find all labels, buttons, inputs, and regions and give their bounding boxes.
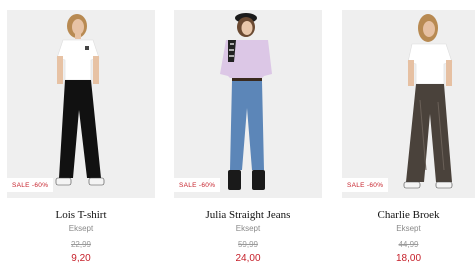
product-card-charlie-broek[interactable]: SALE -60% Charlie Broek Eksept 44,99 18,… [342,10,475,264]
product-name[interactable]: Lois T-shirt [7,209,155,221]
original-price: 22,99 [70,240,92,249]
original-price: 44,99 [398,240,419,249]
model-photo-lois-tshirt [7,10,155,198]
model-photo-julia-straight-jeans [174,10,322,198]
product-image[interactable]: SALE -60% [342,10,475,198]
product-name[interactable]: Charlie Broek [342,209,475,221]
product-card-julia-straight-jeans[interactable]: SALE -60% Julia Straight Jeans Eksept 59… [174,10,322,264]
product-grid: SALE -60% Lois T-shirt Eksept 22,99 9,20 [0,0,475,270]
product-brand: Eksept [68,224,94,233]
product-brand: Eksept [396,224,421,233]
sale-badge: SALE -60% [7,178,54,192]
product-brand: Eksept [235,224,261,233]
product-name[interactable]: Julia Straight Jeans [174,209,322,221]
product-image[interactable]: SALE -60% [7,10,155,198]
sale-price: 9,20 [71,253,91,264]
sale-badge: SALE -60% [342,178,389,192]
product-card-lois-tshirt[interactable]: SALE -60% Lois T-shirt Eksept 22,99 9,20 [7,10,155,264]
sale-price: 24,00 [235,253,261,264]
original-price: 59,99 [237,240,259,249]
sale-badge: SALE -60% [174,178,221,192]
model-photo-charlie-broek [342,10,475,198]
sale-price: 18,00 [395,253,422,264]
product-image[interactable]: SALE -60% [174,10,322,198]
